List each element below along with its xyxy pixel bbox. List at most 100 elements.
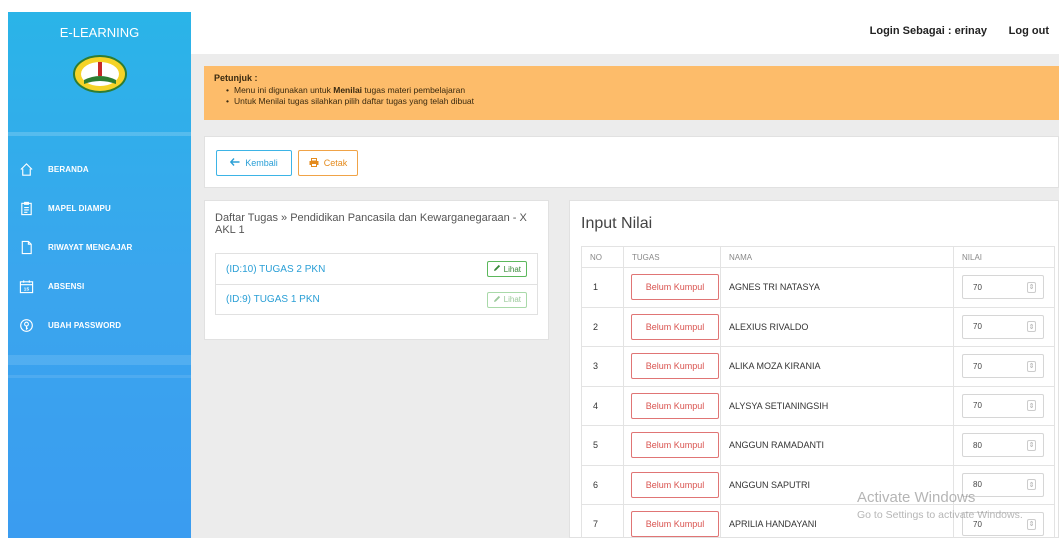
student-name: ALIKA MOZA KIRANIA <box>720 346 954 387</box>
pencil-icon <box>493 264 501 274</box>
row-number: 6 <box>581 464 624 505</box>
student-name: ALEXIUS RIVALDO <box>720 306 954 347</box>
logout-link[interactable]: Log out <box>1009 25 1049 37</box>
view-button[interactable]: Lihat <box>486 261 527 277</box>
sidebar-item-label: BERANDA <box>48 165 89 174</box>
table-row: 4 Belum Kumpul ALYSYA SETIANINGSIH 70 ⇕ <box>581 385 1055 426</box>
spinner-icon[interactable]: ⇕ <box>1027 439 1036 451</box>
alert-bold-text: Menilai <box>333 85 363 95</box>
grade-input[interactable]: 70 ⇕ <box>962 354 1044 379</box>
alert-text: Menu ini digunakan untuk <box>233 85 334 95</box>
sidebar-item-beranda[interactable]: BERANDA <box>8 150 191 189</box>
app-title: E-LEARNING <box>59 25 140 40</box>
sidebar: E-LEARNING BERANDA MAPEL DIAMPU RIWAYAT … <box>8 12 191 538</box>
task-list-title: Daftar Tugas » Pendidikan Pancasila dan … <box>215 212 527 236</box>
row-number: 4 <box>581 385 624 426</box>
clipboard-icon <box>18 201 34 217</box>
printer-icon <box>309 157 319 169</box>
status-button[interactable]: Belum Kumpul <box>631 432 719 459</box>
sidebar-item-riwayat-mengajar[interactable]: RIWAYAT MENGAJAR <box>8 228 191 267</box>
status-button[interactable]: Belum Kumpul <box>631 511 719 538</box>
grade-table: NO TUGAS NAMA NILAI 1 Belum Kumpul AGNES… <box>581 246 1055 538</box>
status-button[interactable]: Belum Kumpul <box>631 313 719 340</box>
row-number: 1 <box>581 267 624 308</box>
student-name: ALYSYA SETIANINGSIH <box>720 385 954 426</box>
status-button[interactable]: Belum Kumpul <box>631 471 719 498</box>
spinner-icon[interactable]: ⇕ <box>1027 479 1036 491</box>
table-row: 5 Belum Kumpul ANGGUN RAMADANTI 80 ⇕ <box>581 425 1055 466</box>
task-link[interactable]: (ID:10) TUGAS 2 PKN <box>226 264 325 275</box>
table-row: 3 Belum Kumpul ALIKA MOZA KIRANIA 70 ⇕ <box>581 346 1055 387</box>
print-button-label: Cetak <box>323 158 348 168</box>
sidebar-divider <box>8 132 191 136</box>
grade-input-panel: Input Nilai NO TUGAS NAMA NILAI 1 Belum … <box>569 200 1059 538</box>
alert-item: Menu ini digunakan untuk Menilai tugas m… <box>226 85 1049 96</box>
grade-value: 70 <box>973 401 982 411</box>
sidebar-divider <box>8 355 191 365</box>
student-name: APRILIA HANDAYANI <box>720 504 954 538</box>
view-button[interactable]: Lihat <box>486 291 527 308</box>
grade-input[interactable]: 80 ⇕ <box>962 472 1044 497</box>
column-header-tugas: TUGAS <box>623 246 721 268</box>
grade-value: 70 <box>973 322 982 332</box>
task-link[interactable]: (ID:9) TUGAS 1 PKN <box>226 294 320 305</box>
row-number: 3 <box>581 346 624 387</box>
column-header-nilai: NILAI <box>953 246 1055 268</box>
status-button[interactable]: Belum Kumpul <box>631 353 719 380</box>
alert-text: Untuk Menilai tugas silahkan pilih dafta… <box>233 96 475 106</box>
sidebar-item-absensi[interactable]: 15 ABSENSI <box>8 267 191 306</box>
task-item[interactable]: (ID:10) TUGAS 2 PKN Lihat <box>216 254 537 284</box>
column-header-nama: NAMA <box>720 246 954 268</box>
task-item[interactable]: (ID:9) TUGAS 1 PKN Lihat <box>216 284 537 314</box>
student-name: AGNES TRI NATASYA <box>720 267 954 308</box>
grade-input[interactable]: 70 ⇕ <box>962 512 1044 537</box>
home-icon <box>18 162 34 178</box>
print-button[interactable]: Cetak <box>298 150 358 176</box>
spinner-icon[interactable]: ⇕ <box>1027 321 1036 333</box>
grade-input[interactable]: 70 ⇕ <box>962 393 1044 418</box>
sidebar-item-ubah-password[interactable]: UBAH PASSWORD <box>8 306 191 345</box>
table-row: 6 Belum Kumpul ANGGUN SAPUTRI 80 ⇕ <box>581 464 1055 505</box>
sidebar-menu: BERANDA MAPEL DIAMPU RIWAYAT MENGAJAR 15… <box>8 150 191 345</box>
spinner-icon[interactable]: ⇕ <box>1027 281 1036 293</box>
task-list-panel: Daftar Tugas » Pendidikan Pancasila dan … <box>204 200 549 340</box>
view-button-label: Lihat <box>503 264 521 274</box>
sidebar-item-label: RIWAYAT MENGAJAR <box>48 243 133 252</box>
grade-value: 70 <box>973 282 982 292</box>
top-bar: Login Sebagai : erinay Log out <box>191 12 1059 54</box>
grade-value: 80 <box>973 440 982 450</box>
table-row: 1 Belum Kumpul AGNES TRI NATASYA 70 ⇕ <box>581 267 1055 308</box>
sidebar-item-label: MAPEL DIAMPU <box>48 204 111 213</box>
grade-value: 80 <box>973 480 982 490</box>
alert-text: tugas materi pembelajaran <box>362 85 466 95</box>
calendar-icon: 15 <box>18 279 34 295</box>
row-number: 2 <box>581 306 624 347</box>
student-name: ANGGUN SAPUTRI <box>720 464 954 505</box>
grade-input[interactable]: 70 ⇕ <box>962 314 1044 339</box>
school-logo <box>72 54 128 94</box>
svg-text:15: 15 <box>23 287 29 292</box>
back-button[interactable]: Kembali <box>216 150 292 176</box>
sidebar-item-mapel-diampu[interactable]: MAPEL DIAMPU <box>8 189 191 228</box>
alert-title: Petunjuk : <box>214 73 258 83</box>
login-status: Login Sebagai : erinay <box>869 25 987 37</box>
grade-input[interactable]: 80 ⇕ <box>962 433 1044 458</box>
grade-value: 70 <box>973 361 982 371</box>
column-header-no: NO <box>581 246 624 268</box>
instruction-alert: Petunjuk : Menu ini digunakan untuk Meni… <box>204 66 1059 120</box>
spinner-icon[interactable]: ⇕ <box>1027 518 1036 530</box>
status-button[interactable]: Belum Kumpul <box>631 392 719 419</box>
student-name: ANGGUN RAMADANTI <box>720 425 954 466</box>
sidebar-item-label: ABSENSI <box>48 282 85 291</box>
spinner-icon[interactable]: ⇕ <box>1027 360 1036 372</box>
arrow-left-icon <box>230 158 240 168</box>
view-button-label: Lihat <box>503 295 521 304</box>
table-row: 7 Belum Kumpul APRILIA HANDAYANI 70 ⇕ <box>581 504 1055 538</box>
grade-input[interactable]: 70 ⇕ <box>962 275 1044 300</box>
table-header-row: NO TUGAS NAMA NILAI <box>581 246 1055 268</box>
sidebar-divider <box>8 375 191 378</box>
status-button[interactable]: Belum Kumpul <box>631 274 719 301</box>
grade-value: 70 <box>973 519 982 529</box>
table-row: 2 Belum Kumpul ALEXIUS RIVALDO 70 ⇕ <box>581 306 1055 347</box>
spinner-icon[interactable]: ⇕ <box>1027 400 1036 412</box>
